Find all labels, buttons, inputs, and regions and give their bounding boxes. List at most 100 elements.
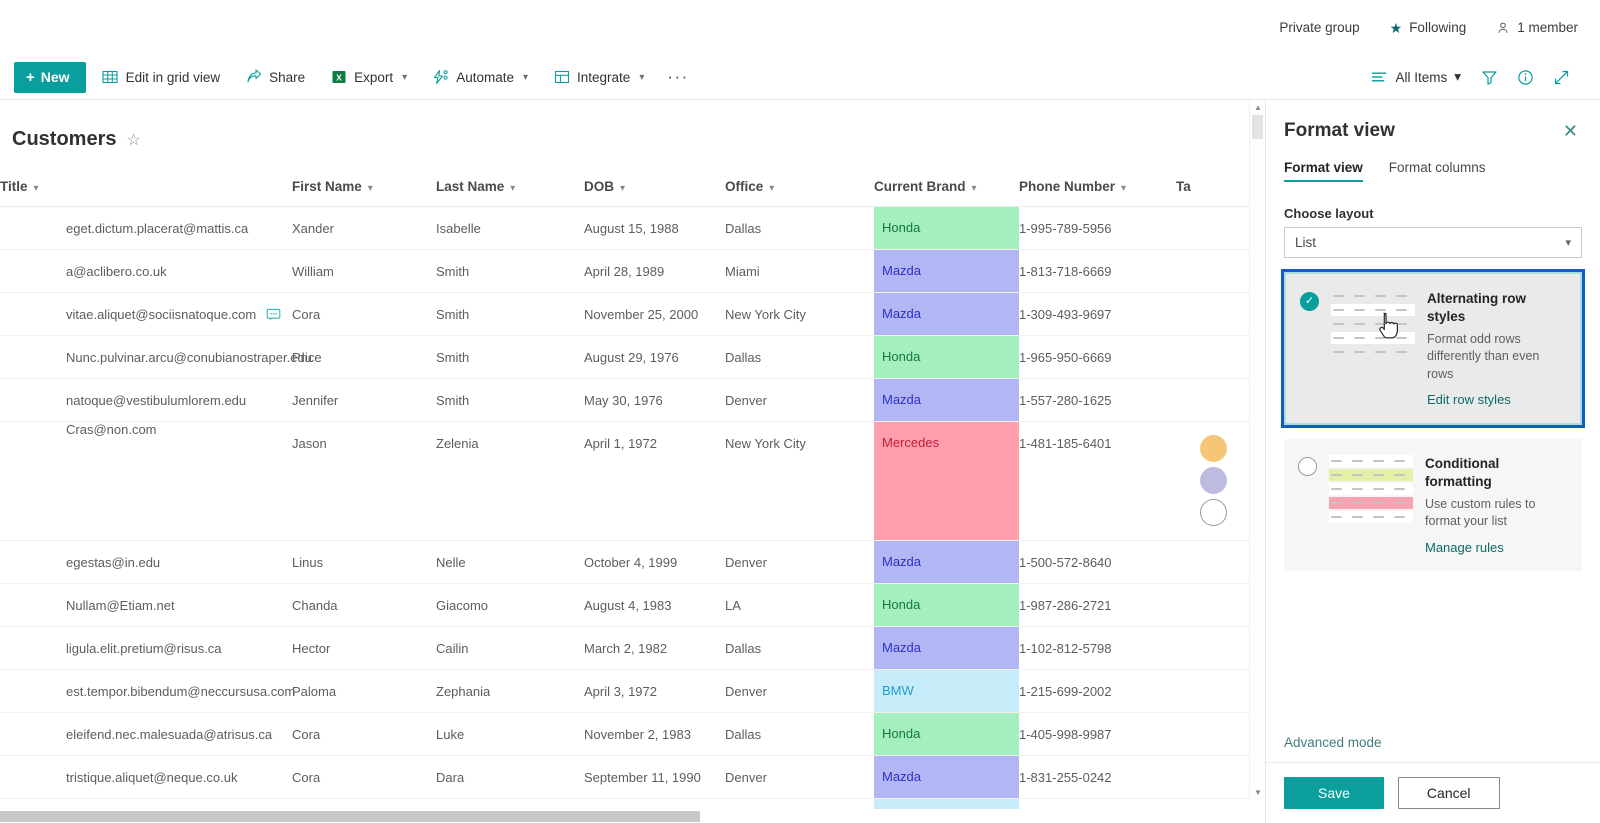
cell-title[interactable]: a@aclibero.co.uk <box>0 249 292 293</box>
close-icon[interactable]: ✕ <box>1559 120 1582 142</box>
more-commands-button[interactable]: ··· <box>659 67 696 87</box>
expand-button[interactable] <box>1544 61 1578 93</box>
cell-first-name: Jason <box>292 421 436 541</box>
save-button[interactable]: Save <box>1284 777 1384 809</box>
chevron-down-icon: ▾ <box>971 183 977 194</box>
edit-row-styles-link[interactable]: Edit row styles <box>1427 392 1566 407</box>
manage-rules-link[interactable]: Manage rules <box>1425 540 1568 555</box>
table-row[interactable]: est.tempor.bibendum@neccursusa.com Paloma… <box>0 669 1265 713</box>
tab-format-view[interactable]: Format view <box>1284 160 1363 182</box>
panel-footer: Save Cancel <box>1266 762 1600 823</box>
option-conditional-formatting[interactable]: Conditional formatting Use custom rules … <box>1284 439 1582 571</box>
avatar[interactable] <box>1200 467 1227 494</box>
layout-select-value: List <box>1295 235 1317 250</box>
table-row[interactable]: Cras@non.com Jason Zelenia April 1, 1972 New… <box>0 421 1265 541</box>
horizontal-scrollbar-thumb[interactable] <box>0 811 700 822</box>
tab-format-columns[interactable]: Format columns <box>1389 160 1486 182</box>
table-row[interactable]: tristique.aliquet@neque.co.uk Cora Dara Sep… <box>0 755 1265 799</box>
alternating-rows-thumbnail-icon <box>1331 290 1415 362</box>
cell-title[interactable]: est.tempor.bibendum@neccursusa.com <box>0 669 295 713</box>
column-header-current-brand[interactable]: Current Brand ▾ <box>874 173 1019 207</box>
new-button[interactable]: + New <box>14 61 86 93</box>
cell-dob: May 30, 1976 <box>584 378 725 422</box>
table-row[interactable]: a@aclibero.co.uk William Smith April 28, 19… <box>0 249 1265 293</box>
cell-title[interactable]: egestas@in.edu <box>0 540 292 584</box>
star-outline-icon[interactable]: ☆ <box>126 130 140 150</box>
cancel-button[interactable]: Cancel <box>1397 777 1500 809</box>
cell-title[interactable]: eget.dictum.placerat@mattis.ca <box>0 206 292 250</box>
edit-in-grid-view-button[interactable]: Edit in grid view <box>93 61 230 93</box>
table-row[interactable]: Nullam@Etiam.net Chanda Giacomo August 4, 1… <box>0 583 1265 627</box>
members-button[interactable]: 1 member <box>1496 20 1578 35</box>
cell-title[interactable]: natoque@vestibulumlorem.edu <box>0 378 292 422</box>
following-button[interactable]: ★ Following <box>1390 20 1467 35</box>
cell-dob: September 11, 1990 <box>584 755 725 799</box>
horizontal-scrollbar[interactable] <box>0 809 1249 823</box>
avatar-add[interactable] <box>1200 499 1227 526</box>
cell-dob: August 4, 1983 <box>584 583 725 627</box>
brand-chip: Mazda <box>874 250 1019 292</box>
chevron-down-icon: ▾ <box>33 183 39 194</box>
cell-phone-number: 1-405-998-9987 <box>1019 712 1176 756</box>
cell-title[interactable]: eleifend.nec.malesuada@atrisus.ca <box>0 712 292 756</box>
scroll-down-arrow-icon[interactable]: ▼ <box>1250 785 1266 800</box>
cell-title[interactable]: Nullam@Etiam.net <box>0 583 292 627</box>
cell-office: Dallas <box>725 712 874 756</box>
export-button[interactable]: X Export ▾ <box>321 61 416 93</box>
cell-first-name: Jennifer <box>292 378 436 422</box>
cell-last-name: Nelle <box>436 540 584 584</box>
table-row[interactable]: Nunc.pulvinar.arcu@conubianostraper.edu P… <box>0 335 1265 379</box>
table-row[interactable]: eleifend.nec.malesuada@atrisus.ca Cora Luk… <box>0 712 1265 756</box>
column-header-office[interactable]: Office ▾ <box>725 173 874 207</box>
cell-office: New York City <box>725 421 874 541</box>
chevron-down-icon: ▾ <box>1454 69 1461 84</box>
advanced-mode-link[interactable]: Advanced mode <box>1266 735 1600 762</box>
cell-dob: April 1, 1972 <box>584 421 725 541</box>
cell-title-text: eleifend.nec.malesuada@atrisus.ca <box>66 726 273 742</box>
column-header-dob[interactable]: DOB ▾ <box>584 173 725 207</box>
chevron-down-icon: ▾ <box>620 183 626 194</box>
cell-last-name: Smith <box>436 335 584 379</box>
column-header-title[interactable]: Title ▾ <box>0 173 292 207</box>
option-alternating-row-styles[interactable]: ✓ Alternating row styles Format odd rows… <box>1281 268 1585 429</box>
cell-title[interactable]: Cras@non.com <box>0 421 292 541</box>
radio-unselected-icon[interactable] <box>1298 457 1317 477</box>
layout-select[interactable]: List ▾ <box>1284 227 1582 258</box>
brand-chip: Mazda <box>874 756 1019 798</box>
cell-title[interactable]: Nunc.pulvinar.arcu@conubianostraper.edu <box>0 335 312 379</box>
comment-icon[interactable] <box>266 307 281 322</box>
column-header-phone-number[interactable]: Phone Number ▾ <box>1019 173 1176 207</box>
share-label: Share <box>269 69 306 85</box>
column-header-first-name[interactable]: First Name ▾ <box>292 173 436 207</box>
integrate-button[interactable]: Integrate ▾ <box>544 61 653 93</box>
cell-office: New York City <box>725 292 874 336</box>
scroll-up-arrow-icon[interactable]: ▲ <box>1250 100 1266 115</box>
radio-selected-icon[interactable]: ✓ <box>1300 292 1319 311</box>
vertical-scrollbar-thumb[interactable] <box>1252 115 1263 139</box>
table-row[interactable]: vitae.aliquet@sociisnatoque.com Cora Smith… <box>0 292 1265 336</box>
column-header-last-name[interactable]: Last Name ▾ <box>436 173 584 207</box>
cell-last-name: Isabelle <box>436 206 584 250</box>
avatar[interactable] <box>1200 435 1227 462</box>
view-selector-button[interactable]: All Items ▾ <box>1362 61 1470 93</box>
command-bar: + New Edit in grid view Share X Export ▾ <box>0 55 1600 100</box>
table-row[interactable]: eget.dictum.placerat@mattis.ca Xander Isab… <box>0 206 1265 250</box>
vertical-scrollbar[interactable]: ▲ ▼ <box>1249 100 1265 800</box>
filter-button[interactable] <box>1472 61 1506 93</box>
cell-title[interactable]: tristique.aliquet@neque.co.uk <box>0 755 292 799</box>
edit-in-grid-view-label: Edit in grid view <box>125 69 221 85</box>
table-row[interactable]: natoque@vestibulumlorem.edu Jennifer Smith… <box>0 378 1265 422</box>
panel-body: Choose layout List ▾ ✓ Alternating row s… <box>1266 182 1600 735</box>
share-button[interactable]: Share <box>236 61 314 93</box>
table-row[interactable]: ligula.elit.pretium@risus.ca Hector Cailin… <box>0 626 1265 670</box>
cell-dob: November 25, 2000 <box>584 292 725 336</box>
cell-first-name: Xander <box>292 206 436 250</box>
choose-layout-label: Choose layout <box>1284 206 1374 221</box>
chevron-down-icon: ▾ <box>523 71 529 83</box>
table-row[interactable]: egestas@in.edu Linus Nelle October 4, 1999 D… <box>0 540 1265 584</box>
cell-title[interactable]: ligula.elit.pretium@risus.ca <box>0 626 292 670</box>
automate-button[interactable]: Automate ▾ <box>423 61 537 93</box>
cell-title[interactable]: vitae.aliquet@sociisnatoque.com <box>0 292 292 336</box>
info-button[interactable] <box>1508 61 1542 93</box>
cell-office: Miami <box>725 249 874 293</box>
